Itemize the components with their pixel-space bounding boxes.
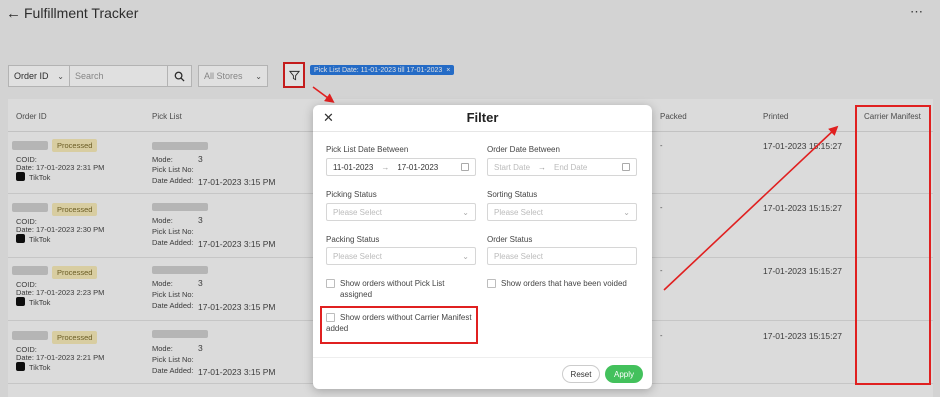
packing-status-select[interactable]: Please Select ⌄: [326, 247, 476, 265]
sorting-status-select[interactable]: Please Select ⌄: [487, 203, 637, 221]
no-carrier-manifest-label: Show orders without Carrier Manifest add…: [326, 313, 472, 333]
pick-list-start-date: 11-01-2023: [333, 162, 374, 172]
range-arrow-icon: →: [538, 162, 547, 172]
order-status-select[interactable]: Please Select: [487, 247, 637, 265]
sorting-status-placeholder: Please Select: [494, 207, 543, 217]
chevron-down-icon: ⌄: [623, 207, 630, 217]
order-status-placeholder: Please Select: [494, 251, 543, 261]
dialog-title: Filter: [466, 110, 499, 125]
pick-list-end-date: 17-01-2023: [397, 162, 439, 172]
order-end-date: End Date: [554, 162, 588, 172]
voided-label: Show orders that have been voided: [501, 279, 627, 288]
filter-dialog: ✕ Filter Pick List Date Between 11-01-20…: [313, 105, 652, 389]
order-status-label: Order Status: [487, 235, 533, 244]
picking-status-placeholder: Please Select: [333, 207, 382, 217]
picking-status-select[interactable]: Please Select ⌄: [326, 203, 476, 221]
packing-status-placeholder: Please Select: [333, 251, 382, 261]
no-picklist-checkbox[interactable]: [326, 279, 335, 288]
pick-list-date-range[interactable]: 11-01-2023 → 17-01-2023: [326, 158, 476, 176]
order-start-date: Start Date: [494, 162, 531, 172]
dialog-footer: [313, 357, 652, 389]
order-date-range[interactable]: Start Date → End Date: [487, 158, 637, 176]
order-date-label: Order Date Between: [487, 145, 560, 154]
packing-status-label: Packing Status: [326, 235, 380, 244]
range-arrow-icon: →: [381, 162, 390, 172]
calendar-icon: [461, 163, 469, 171]
chevron-down-icon: ⌄: [462, 251, 469, 261]
picking-status-label: Picking Status: [326, 190, 377, 199]
dialog-header: ✕ Filter: [313, 105, 652, 132]
reset-button[interactable]: Reset: [562, 365, 600, 383]
apply-button[interactable]: Apply: [605, 365, 643, 383]
chevron-down-icon: ⌄: [462, 207, 469, 217]
no-picklist-label: Show orders without Pick List assigned: [340, 279, 445, 299]
voided-checkbox[interactable]: [487, 279, 496, 288]
sorting-status-label: Sorting Status: [487, 190, 538, 199]
pick-list-date-label: Pick List Date Between: [326, 145, 409, 154]
annotation-highlight-carrier-manifest: [855, 105, 931, 385]
calendar-icon: [622, 163, 630, 171]
